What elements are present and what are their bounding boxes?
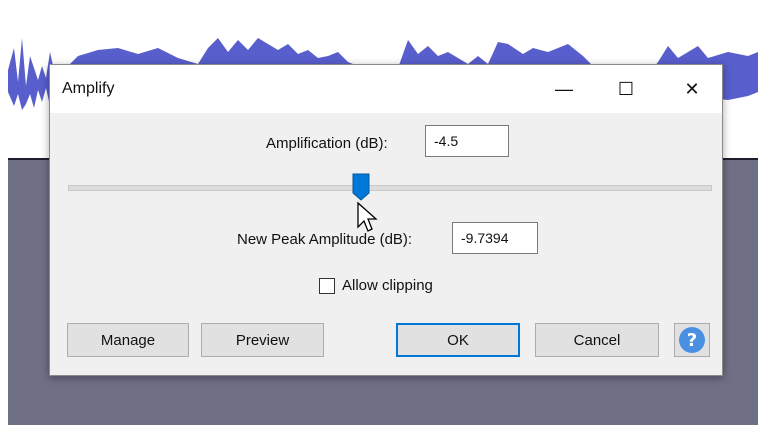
manage-button[interactable]: Manage — [67, 323, 189, 357]
help-icon: ? — [679, 327, 705, 353]
help-button[interactable]: ? — [674, 323, 710, 357]
dialog-title: Amplify — [62, 80, 115, 97]
amplify-dialog: Amplify — ☐ ✕ Amplification (dB): New Pe… — [49, 64, 723, 376]
allow-clipping-checkbox[interactable] — [319, 278, 335, 294]
close-button[interactable]: ✕ — [662, 65, 722, 113]
preview-button-label: Preview — [235, 331, 290, 349]
amplification-slider[interactable] — [68, 185, 712, 191]
minimize-button[interactable]: — — [534, 65, 594, 113]
new-peak-amplitude-label: New Peak Amplitude (dB): — [237, 231, 413, 248]
ok-button-label: OK — [447, 331, 469, 349]
slider-thumb[interactable] — [352, 173, 370, 201]
ok-button[interactable]: OK — [396, 323, 520, 357]
amplification-input[interactable] — [425, 125, 509, 157]
close-icon: ✕ — [684, 78, 700, 99]
maximize-button[interactable]: ☐ — [596, 65, 656, 113]
mouse-cursor-icon — [357, 201, 378, 232]
new-peak-amplitude-input[interactable] — [452, 222, 538, 254]
cancel-button[interactable]: Cancel — [535, 323, 659, 357]
maximize-icon: ☐ — [617, 78, 635, 99]
title-bar[interactable]: Amplify — ☐ ✕ — [50, 65, 722, 113]
minimize-icon: — — [555, 78, 573, 99]
preview-button[interactable]: Preview — [201, 323, 324, 357]
amplification-label: Amplification (dB): — [266, 135, 388, 152]
cancel-button-label: Cancel — [573, 331, 621, 349]
allow-clipping-label[interactable]: Allow clipping — [342, 277, 433, 294]
manage-button-label: Manage — [100, 331, 156, 349]
